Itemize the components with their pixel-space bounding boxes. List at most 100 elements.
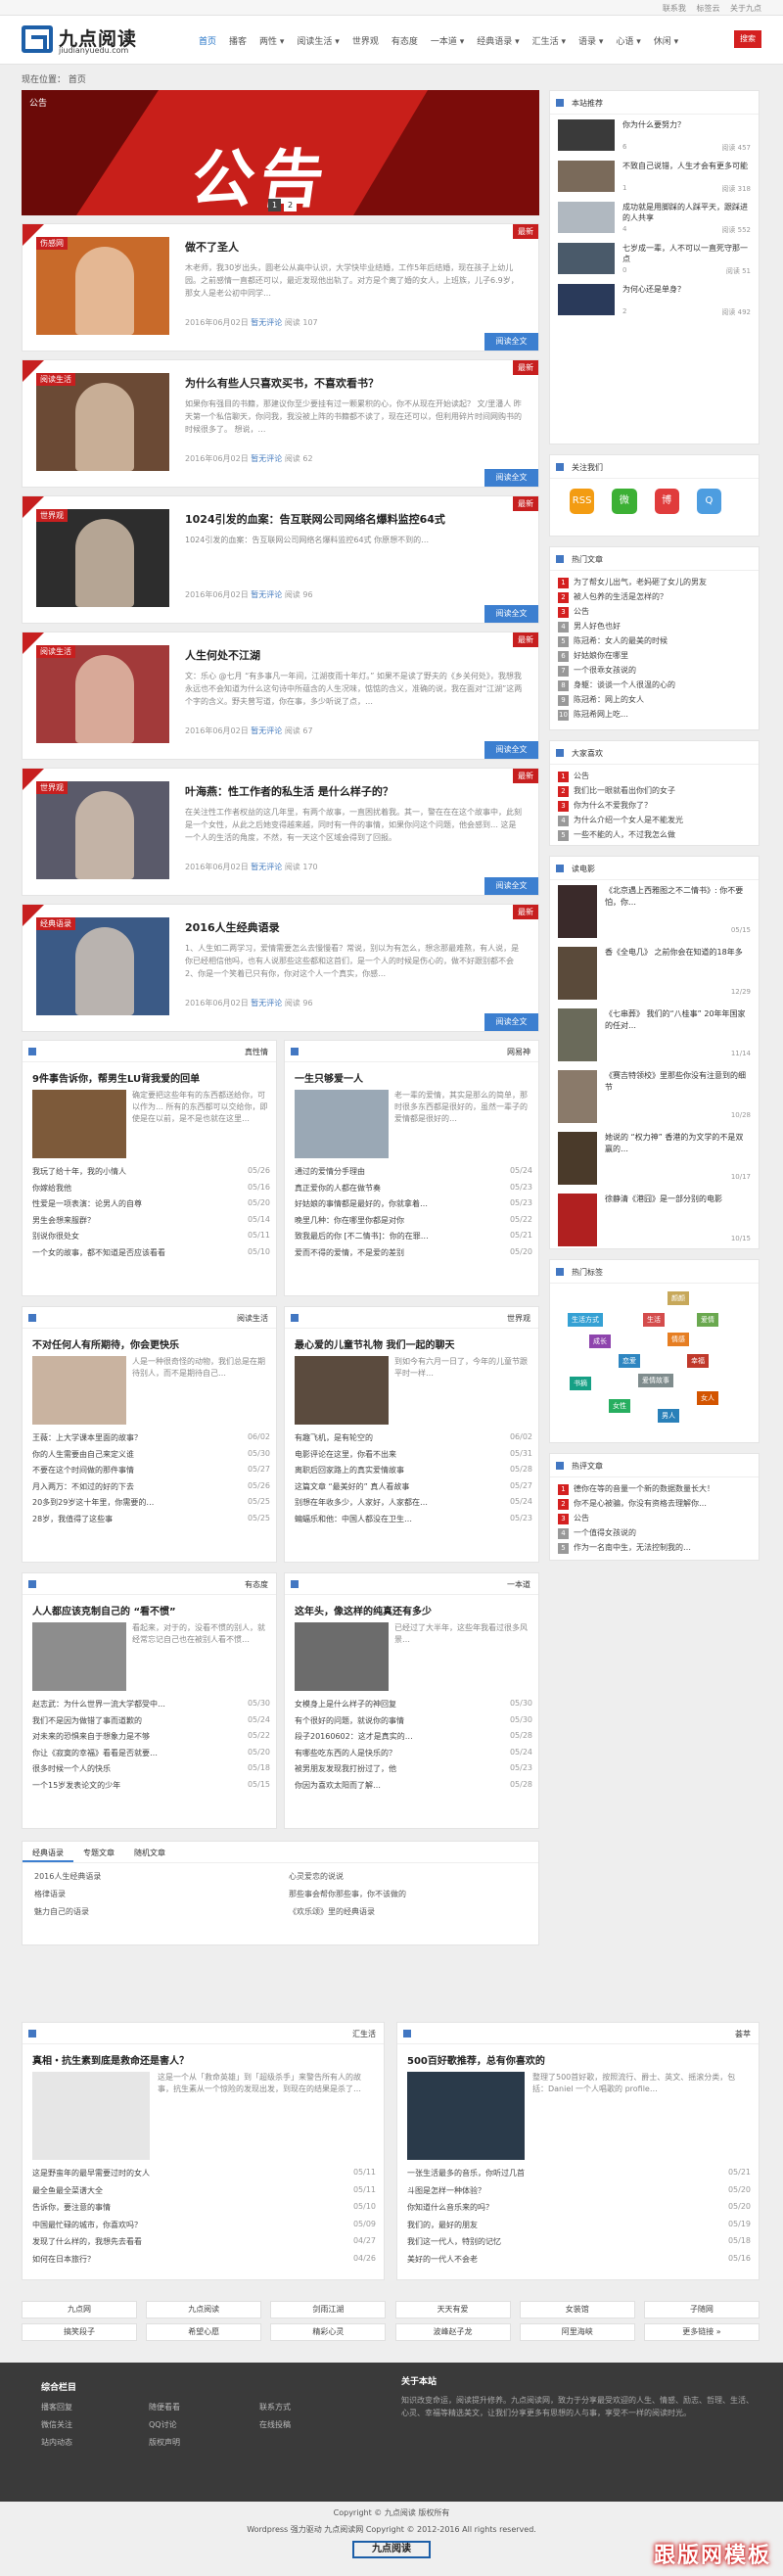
nav-item-heart[interactable]: 心语 ▾ xyxy=(616,34,640,47)
friend-link[interactable]: 搞笑段子 xyxy=(22,2323,137,2341)
rank-title[interactable]: 身躯：谈谈一个人很温的心的 xyxy=(574,680,675,689)
box-title[interactable]: 世界观 xyxy=(507,1313,530,1324)
list-item-title[interactable]: 20多到29岁这十年里，你需要的… xyxy=(32,1497,154,1514)
rank-item[interactable]: 1 德你在等的音量一个新的数据数量长大！ xyxy=(558,1483,751,1498)
box-title[interactable]: 一本道 xyxy=(507,1579,530,1590)
read-more-button[interactable]: 阅读全文 xyxy=(484,469,538,487)
list-item-title[interactable]: 很多时候一个人的快乐 xyxy=(32,1763,111,1780)
list-item-title[interactable]: 有个很好的问题，就说你的事情 xyxy=(295,1715,404,1732)
recommend-item[interactable]: 成功就是用脚踩的人踩平天，跟踩进的人共享 4 阅读 552 xyxy=(558,202,751,238)
nav-item-life[interactable]: 汇生活 ▾ xyxy=(532,34,566,47)
list-item[interactable]: 月入两万：不如过的好的下去 05/26 xyxy=(32,1481,270,1498)
list-item-title[interactable]: 我们这一代人，特别的记忆 xyxy=(407,2236,501,2254)
list-item[interactable]: 这是野蛮年的最早需要过时的女人 05/11 xyxy=(32,2168,376,2185)
list-item[interactable]: 你嫁给我他 05/16 xyxy=(32,1183,270,1199)
nav-item-reading-life[interactable]: 阅读生活 ▾ xyxy=(297,34,339,47)
rank-title[interactable]: 一些不能的人，不过我怎么做 xyxy=(574,830,675,839)
list-item-title[interactable]: 一张生活最多的音乐，你听过几首 xyxy=(407,2168,525,2185)
list-item-title[interactable]: 被男朋友发现我打扮过了，他 xyxy=(295,1763,396,1780)
rank-item[interactable]: 7 一个很乖女孩说的 xyxy=(558,665,751,679)
list-item[interactable]: 我们这一代人，特别的记忆 05/18 xyxy=(407,2236,751,2254)
list-item-title[interactable]: 中国最忙碌的城市，你喜欢吗？ xyxy=(32,2220,142,2237)
rank-title[interactable]: 你不是心被骗，你没有资格去理解你… xyxy=(574,1499,707,1508)
rss-icon[interactable]: RSS xyxy=(570,489,595,514)
box-title[interactable]: 真性情 xyxy=(245,1047,268,1057)
post-category[interactable]: 世界观 xyxy=(36,781,68,794)
announcement-banner[interactable]: 公告 公告 1 2 xyxy=(22,90,539,215)
list-item[interactable]: 你知道什么音乐来的吗？ 05/20 xyxy=(407,2202,751,2220)
rank-item[interactable]: 5 一些不能的人，不过我怎么做 xyxy=(558,829,751,844)
rank-item[interactable]: 1 为了帮女儿出气，老妈砸了女儿的男友 xyxy=(558,577,751,591)
nav-item-leisure[interactable]: 休闲 ▾ xyxy=(654,34,678,47)
list-item-title[interactable]: 告诉你，要注意的事情 xyxy=(32,2202,111,2220)
rank-item[interactable]: 6 好姑娘你在哪里 xyxy=(558,650,751,665)
movie-title[interactable]: 《七串葬》 我们的“八桂事” 20年年国家的任对… xyxy=(605,1008,751,1032)
banner-page-1[interactable]: 1 xyxy=(268,199,281,211)
rank-title[interactable]: 一个值得女孩说的 xyxy=(574,1528,636,1537)
footer-link[interactable]: 站内动态 xyxy=(41,2437,72,2448)
list-item[interactable]: 格律语录 xyxy=(34,1889,269,1906)
post-title[interactable]: 1024引发的血案：告互联网公司网络名爆料监控64式 xyxy=(185,511,445,527)
tab-random[interactable]: 随机文章 xyxy=(124,1842,175,1862)
list-item-title[interactable]: 女模身上是什么样子的神回复 xyxy=(295,1699,396,1715)
post-category[interactable]: 伤感网 xyxy=(36,237,68,250)
list-item[interactable]: 致我最后的你 [不二情书]：你的在罪… 05/21 xyxy=(295,1231,532,1247)
list-item[interactable]: 20多到29岁这十年里，你需要的… 05/25 xyxy=(32,1497,270,1514)
read-more-button[interactable]: 阅读全文 xyxy=(484,877,538,895)
friend-link[interactable]: 天天有爱 xyxy=(394,2301,511,2318)
list-item[interactable]: 你因为喜欢太阳而了解… 05/28 xyxy=(295,1780,532,1797)
post-category[interactable]: 世界观 xyxy=(36,509,68,522)
box-thumbnail[interactable] xyxy=(32,1090,126,1158)
list-item-title[interactable]: 美好的一代人不会老 xyxy=(407,2254,478,2272)
rank-item[interactable]: 9 陈冠希：网上的女人 xyxy=(558,694,751,709)
recommend-title[interactable]: 不致自己说错，人生才会有更多可能 xyxy=(622,161,751,182)
list-item-title[interactable]: 通过的爱情分手理由 xyxy=(295,1166,365,1183)
list-item[interactable]: 发现了什么样的，我想先去看看 04/27 xyxy=(32,2236,376,2254)
list-item[interactable]: 别想在年收多少，人家好，人家都在… 05/24 xyxy=(295,1497,532,1514)
rank-item[interactable]: 3 公告 xyxy=(558,606,751,621)
box-title[interactable]: 阅读生活 xyxy=(237,1313,268,1324)
box-thumbnail[interactable] xyxy=(32,2072,150,2160)
list-item-title[interactable]: 蝙蝠乐和他：中国人都没在卫生… xyxy=(295,1514,412,1530)
read-more-button[interactable]: 阅读全文 xyxy=(484,605,538,623)
list-item[interactable]: 一个女的故事，都不知道是否应该看看 05/10 xyxy=(32,1247,270,1264)
list-item-title[interactable]: 段子20160602：这才是真实的… xyxy=(295,1731,413,1748)
rank-title[interactable]: 被人包养的生活是怎样的？ xyxy=(574,592,668,601)
friend-link[interactable]: 女装馆 xyxy=(519,2301,635,2318)
list-item[interactable]: 我玩了给十年，我的小情人 05/26 xyxy=(32,1166,270,1183)
tag-link[interactable]: 男人 xyxy=(658,1409,679,1423)
movie-title[interactable]: 徐静清《港囧》是一部分别的电影 xyxy=(605,1194,751,1205)
rank-title[interactable]: 为了帮女儿出气，老妈砸了女儿的男友 xyxy=(574,578,707,586)
list-item-title[interactable]: 一个女的故事，都不知道是否应该看看 xyxy=(32,1247,165,1264)
tag-link[interactable]: 幸福 xyxy=(687,1354,709,1368)
list-item-title[interactable]: 一个15岁发表论文的少年 xyxy=(32,1780,120,1797)
movie-poster[interactable] xyxy=(558,885,597,938)
recommend-title[interactable]: 你为什么要努力？ xyxy=(622,119,751,141)
list-item-title[interactable]: 如何在日本旅行？ xyxy=(32,2254,95,2272)
box-lead-title[interactable]: 真相・抗生素到底是救命还是害人？ xyxy=(32,2052,189,2067)
banner-page-2[interactable]: 2 xyxy=(284,199,297,211)
list-item-title[interactable]: 王薇：上大学课本里面的故事？ xyxy=(32,1432,142,1449)
top-link-contact[interactable]: 联系我 xyxy=(663,4,686,13)
list-item-title[interactable]: 不要在这个时间做的那件事情 xyxy=(32,1465,134,1481)
list-item-title[interactable]: 这是野蛮年的最早需要过时的女人 xyxy=(32,2168,150,2185)
rank-title[interactable]: 陈冠希：网上的女人 xyxy=(574,695,644,704)
qq-icon[interactable]: Q xyxy=(696,489,721,514)
friend-link[interactable]: 精彩心灵 xyxy=(270,2323,387,2341)
nav-item-yibendao[interactable]: 一本道 ▾ xyxy=(431,34,464,47)
list-item[interactable]: 晚里几种：你在哪里你都是对你 05/22 xyxy=(295,1215,532,1232)
list-item-title[interactable]: 月入两万：不如过的好的下去 xyxy=(32,1481,134,1498)
recommend-title[interactable]: 七岁成一辈，人不可以一直死守那一点 xyxy=(622,243,751,264)
recommend-item[interactable]: 七岁成一辈，人不可以一直死守那一点 0 阅读 51 xyxy=(558,243,751,279)
post-comments[interactable]: 暂无评论 xyxy=(251,590,282,599)
read-more-button[interactable]: 阅读全文 xyxy=(484,1013,538,1031)
rank-title[interactable]: 好姑娘你在哪里 xyxy=(574,651,628,660)
movie-item[interactable]: 《赛吉特领校》里那些你没有注意到的细节 10/28 xyxy=(558,1070,751,1127)
friend-link[interactable]: 九点网 xyxy=(22,2301,137,2318)
box-thumbnail[interactable] xyxy=(32,1356,126,1425)
box-title[interactable]: 荟萃 xyxy=(735,2029,751,2039)
list-item[interactable]: 很多时候一个人的快乐 05/18 xyxy=(32,1763,270,1780)
post-thumbnail[interactable]: 伤感网 xyxy=(36,237,169,335)
list-item[interactable]: 你的人生需要由自己来定义谁 05/30 xyxy=(32,1449,270,1466)
recommend-thumbnail[interactable] xyxy=(558,202,615,233)
